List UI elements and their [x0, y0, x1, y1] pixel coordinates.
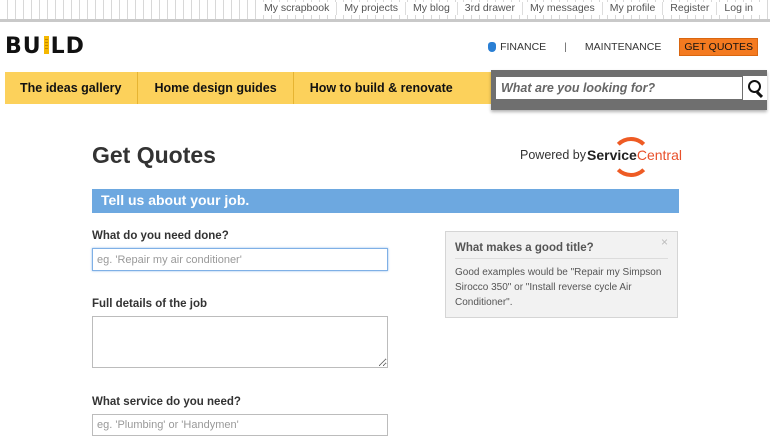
build-logo[interactable]: BU LD [5, 34, 85, 59]
nav-home-design-guides[interactable]: Home design guides [138, 72, 294, 104]
link-register[interactable]: Register [662, 2, 717, 15]
service-label: What service do you need? [92, 396, 241, 408]
money-bag-icon [488, 42, 497, 52]
finance-label: FINANCE [500, 41, 547, 53]
account-links: My scrapbook My projects My blog 3rd dra… [256, 2, 760, 15]
header-links: FINANCE | MAINTENANCE GET QUOTES [488, 38, 758, 56]
section-banner: Tell us about your job. [92, 189, 679, 213]
powered-by-label: Powered by [520, 148, 587, 162]
link-my-scrapbook[interactable]: My scrapbook [256, 2, 337, 15]
link-my-blog[interactable]: My blog [405, 2, 457, 15]
finance-link[interactable]: FINANCE [488, 41, 546, 53]
nav-how-to-build[interactable]: How to build & renovate [294, 72, 469, 104]
logo-text-start: BU [5, 34, 42, 59]
page-title: Get Quotes [92, 142, 216, 168]
job-title-label: What do you need done? [92, 230, 229, 242]
logo-text-end: LD [50, 34, 85, 59]
tip-body: Good examples would be "Repair my Simpso… [455, 267, 662, 308]
logo-ruler-i [43, 36, 49, 54]
main-nav: The ideas gallery Home design guides How… [5, 72, 493, 104]
header-separator: | [564, 41, 567, 53]
job-details-textarea[interactable] [92, 316, 388, 368]
search-icon[interactable] [743, 76, 767, 100]
link-my-messages[interactable]: My messages [521, 2, 602, 15]
nav-ideas-gallery[interactable]: The ideas gallery [5, 72, 139, 104]
link-log-in[interactable]: Log in [716, 2, 760, 15]
brand-service: Service [587, 147, 637, 163]
brand-central: Central [636, 147, 682, 163]
search-input[interactable] [496, 77, 742, 99]
link-my-projects[interactable]: My projects [336, 2, 406, 15]
job-title-input[interactable] [92, 248, 388, 271]
maintenance-link[interactable]: MAINTENANCE [585, 41, 661, 53]
tip-box: × What makes a good title? Good examples… [445, 231, 678, 318]
tip-divider [455, 258, 668, 259]
job-details-label: Full details of the job [92, 298, 207, 310]
get-quotes-button[interactable]: GET QUOTES [679, 38, 758, 56]
tip-title: What makes a good title? [455, 242, 594, 254]
search-bar [491, 70, 767, 110]
service-input[interactable] [92, 414, 388, 436]
link-my-profile[interactable]: My profile [601, 2, 663, 15]
servicecentral-logo: ServiceCentral [587, 147, 682, 163]
close-icon[interactable]: × [661, 235, 668, 249]
top-utility-bar: My scrapbook My projects My blog 3rd dra… [0, 0, 770, 22]
link-3rd-drawer[interactable]: 3rd drawer [456, 2, 522, 15]
section-banner-text: Tell us about your job. [101, 192, 250, 208]
